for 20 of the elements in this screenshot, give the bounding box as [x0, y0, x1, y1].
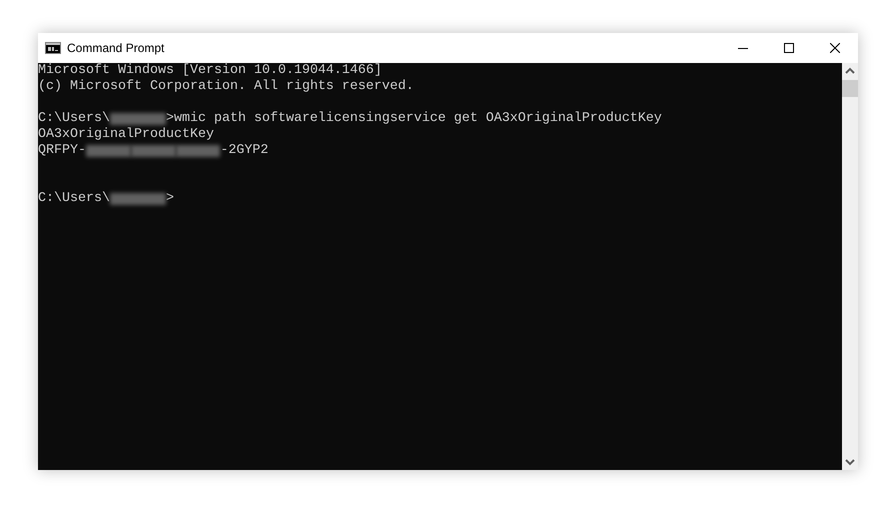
console-text: C:\Users\ [38, 191, 110, 207]
console-text: -2GYP2 [220, 143, 268, 159]
console-text: >wmic path softwarelicensingservice get OA3xOriginalProductKey [166, 111, 662, 127]
blurred-redaction [176, 145, 220, 157]
console-text: C:\Users\ [38, 111, 110, 127]
blurred-redaction [86, 145, 131, 157]
console-icon [45, 42, 61, 54]
blurred-redaction [110, 113, 166, 125]
console-text: (c) Microsoft Corporation. All rights reserved. [38, 79, 414, 95]
close-icon [830, 43, 840, 53]
maximize-icon [784, 43, 794, 53]
scrollbar[interactable] [842, 63, 858, 470]
console-text: OA3xOriginalProductKey [38, 127, 214, 143]
window-title: Command Prompt [67, 40, 164, 57]
console-text: > [166, 191, 174, 207]
blurred-redaction [130, 145, 176, 157]
blurred-redaction [110, 193, 166, 205]
scrollbar-thumb[interactable] [842, 80, 858, 97]
console-text: QRFPY- [38, 143, 86, 159]
console-text: Microsoft Windows [Version 10.0.19044.1466] [38, 63, 382, 79]
